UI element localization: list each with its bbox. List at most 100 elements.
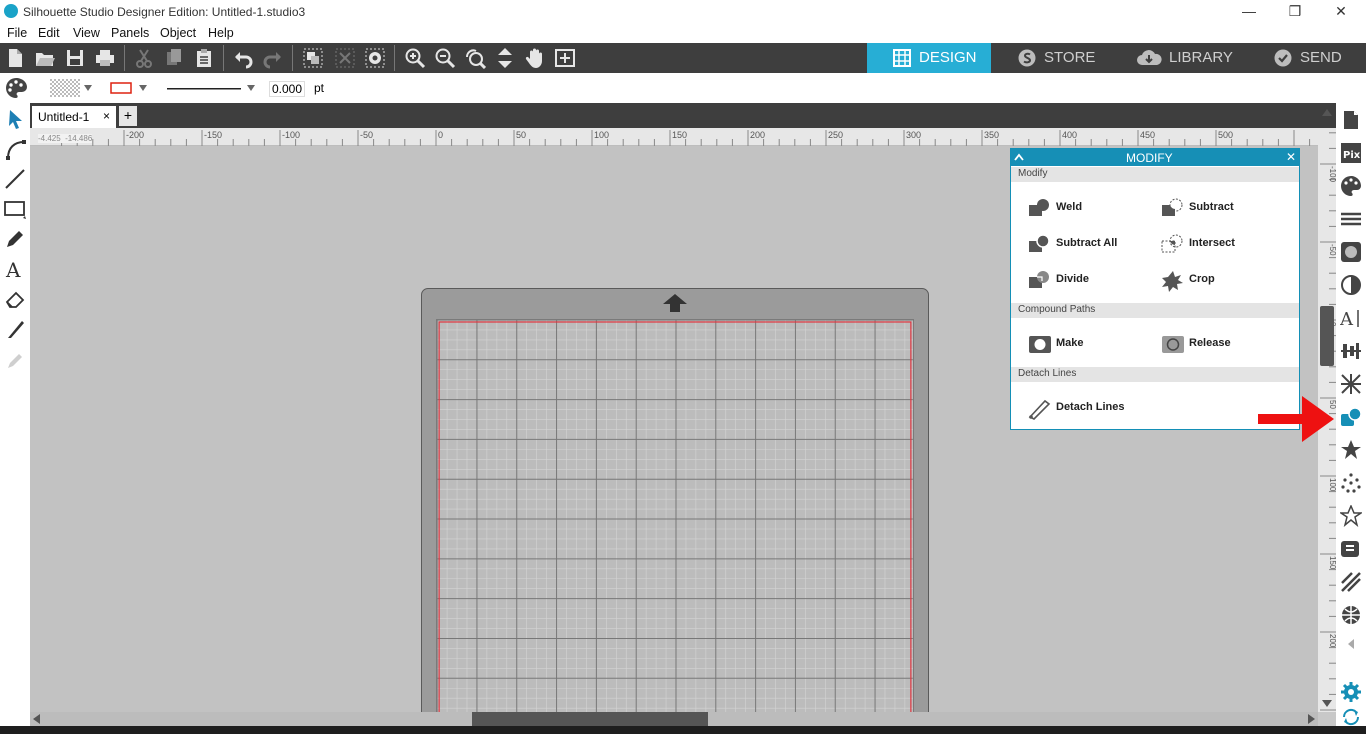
- line-style-preview[interactable]: [167, 87, 241, 91]
- minimize-button[interactable]: —: [1226, 2, 1272, 22]
- fill-color-icon[interactable]: [1340, 175, 1362, 197]
- text-tool-icon[interactable]: A: [4, 258, 26, 280]
- vertical-scroll-thumb[interactable]: [1320, 306, 1334, 366]
- page-setup-icon[interactable]: [1340, 109, 1362, 131]
- menu-edit[interactable]: Edit: [38, 26, 60, 40]
- section-modify: Modify: [1011, 167, 1299, 182]
- paste-icon[interactable]: [193, 47, 215, 69]
- subtract-all-icon: [1029, 234, 1050, 252]
- tab-design[interactable]: DESIGN: [867, 43, 991, 73]
- left-toolbar: A: [0, 103, 30, 734]
- fill-pattern-swatch[interactable]: [50, 79, 80, 97]
- eraser-tool-icon[interactable]: [4, 288, 26, 310]
- panel-close-icon[interactable]: ✕: [1286, 150, 1296, 164]
- align-icon[interactable]: [1340, 340, 1362, 362]
- new-document-icon[interactable]: [4, 47, 26, 69]
- settings-gear-icon[interactable]: [1340, 681, 1362, 703]
- line-style-icon[interactable]: [1340, 208, 1362, 230]
- ruler-label: 350: [984, 130, 999, 140]
- svg-text:A: A: [5, 258, 21, 280]
- line-color-swatch[interactable]: [110, 82, 132, 94]
- scroll-down-icon[interactable]: [1322, 698, 1332, 708]
- ruler-label: -150: [204, 130, 222, 140]
- eyedropper-tool-icon[interactable]: [4, 348, 26, 370]
- chevron-down-icon[interactable]: [247, 84, 255, 92]
- palette-icon[interactable]: [4, 77, 28, 99]
- text-style-icon[interactable]: A: [1340, 307, 1362, 329]
- menu-file[interactable]: File: [7, 26, 27, 40]
- zoom-fit-icon[interactable]: [554, 47, 576, 69]
- weld-icon: [1029, 199, 1049, 216]
- trace-icon[interactable]: [1340, 472, 1362, 494]
- zoom-in-icon[interactable]: [404, 47, 426, 69]
- sketch-star-icon[interactable]: [1340, 505, 1362, 527]
- knife-tool-icon[interactable]: [4, 318, 26, 340]
- line-tool-icon[interactable]: [4, 168, 26, 190]
- menu-view[interactable]: View: [73, 26, 100, 40]
- collapse-panel-icon[interactable]: [1340, 633, 1362, 655]
- scroll-right-icon[interactable]: [1306, 714, 1316, 724]
- tab-store[interactable]: STORE: [992, 43, 1116, 73]
- compound-settings-icon[interactable]: [364, 47, 386, 69]
- cut-icon[interactable]: [133, 47, 155, 69]
- section-compound-paths: Compound Paths: [1011, 303, 1299, 318]
- chevron-down-icon[interactable]: [84, 84, 92, 92]
- taskbar-edge: [0, 726, 1366, 734]
- zoom-out-icon[interactable]: [434, 47, 456, 69]
- print-icon[interactable]: [94, 47, 116, 69]
- rectangle-tool-icon[interactable]: [4, 198, 26, 220]
- modify-icon[interactable]: [1340, 406, 1362, 428]
- restore-button[interactable]: ❒: [1272, 2, 1318, 22]
- ruler-label: 200: [750, 130, 765, 140]
- modify-panel-header[interactable]: MODIFY ✕: [1011, 149, 1299, 166]
- tab-untitled-1[interactable]: Untitled-1 ×: [32, 106, 116, 128]
- pencil-tool-icon[interactable]: [4, 228, 26, 250]
- horizontal-scroll-thumb[interactable]: [472, 712, 708, 726]
- scroll-left-icon[interactable]: [32, 714, 42, 724]
- check-circle-icon: [1274, 49, 1292, 67]
- print-and-cut-icon[interactable]: [1340, 538, 1362, 560]
- document-tab-bar: Untitled-1 × +: [30, 103, 1336, 128]
- sync-icon[interactable]: [1340, 706, 1362, 728]
- pan-hand-icon[interactable]: [524, 47, 546, 69]
- horizontal-scrollbar[interactable]: [30, 712, 1318, 726]
- ruler-label: 150: [672, 130, 687, 140]
- pixscan-icon[interactable]: Pix: [1340, 142, 1362, 164]
- ungroup-icon[interactable]: [334, 47, 356, 69]
- line-width-input[interactable]: 0.000: [269, 81, 305, 97]
- right-panel-bar: Pix A: [1336, 103, 1366, 734]
- add-tab-button[interactable]: +: [119, 106, 137, 126]
- fill-pattern-icon[interactable]: [1340, 241, 1362, 263]
- nesting-icon[interactable]: [1340, 604, 1362, 626]
- offset-star-icon[interactable]: [1340, 439, 1362, 461]
- zoom-select-icon[interactable]: [464, 47, 486, 69]
- replicate-icon[interactable]: [1340, 373, 1362, 395]
- ruler-label: 250: [828, 130, 843, 140]
- menu-help[interactable]: Help: [208, 26, 234, 40]
- copy-icon[interactable]: [163, 47, 185, 69]
- collapse-chevron-icon[interactable]: [1014, 153, 1024, 161]
- menu-panels[interactable]: Panels: [111, 26, 149, 40]
- chevron-down-icon[interactable]: [139, 84, 147, 92]
- scroll-up-icon[interactable]: [1322, 108, 1332, 118]
- ruler-ticks: -200 -150 -100 -50 0 50 100 150 200 250 300 350 400 4…: [61, 130, 1311, 146]
- edit-points-icon[interactable]: [4, 138, 26, 160]
- tab-send[interactable]: SEND: [1242, 43, 1366, 73]
- crop-icon: [1162, 271, 1183, 292]
- close-button[interactable]: ✕: [1318, 2, 1364, 22]
- transparency-icon[interactable]: [1340, 274, 1362, 296]
- fit-to-page-icon[interactable]: [494, 47, 516, 69]
- rhinestone-icon[interactable]: [1340, 571, 1362, 593]
- select-arrow-icon[interactable]: [4, 108, 26, 130]
- section-detach-lines: Detach Lines: [1011, 367, 1299, 382]
- undo-icon[interactable]: [232, 47, 254, 69]
- redo-icon[interactable]: [262, 47, 284, 69]
- group-icon[interactable]: [302, 47, 324, 69]
- silhouette-logo-icon: [4, 4, 18, 18]
- tab-library[interactable]: LIBRARY: [1117, 43, 1241, 73]
- toolbar-separator: [292, 45, 293, 71]
- save-icon[interactable]: [64, 47, 86, 69]
- open-folder-icon[interactable]: [34, 47, 56, 69]
- menu-object[interactable]: Object: [160, 26, 196, 40]
- close-tab-icon[interactable]: ×: [103, 109, 110, 123]
